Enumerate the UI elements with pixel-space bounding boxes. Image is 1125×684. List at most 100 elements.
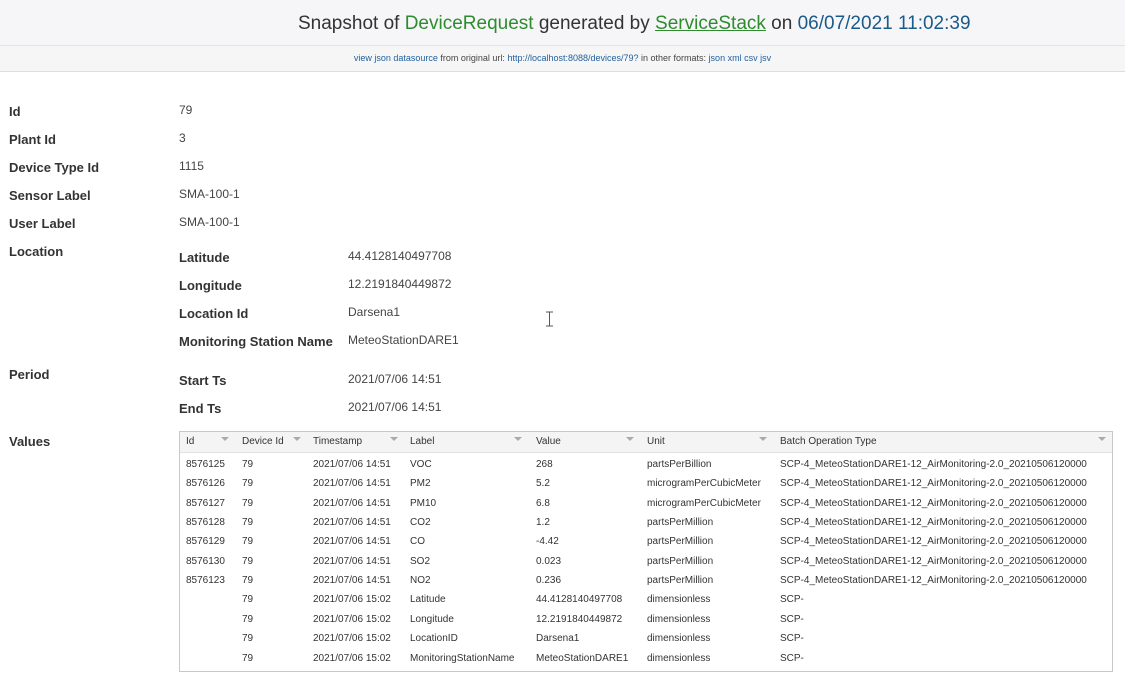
cell-unit: microgramPerCubicMeter	[647, 478, 761, 489]
cell-device-id: 79	[242, 653, 254, 664]
cell-unit: partsPerMillion	[647, 536, 714, 547]
format-link-csv[interactable]: csv	[744, 53, 758, 63]
format-link-jsv[interactable]: jsv	[760, 53, 771, 63]
other-formats-text: in other formats:	[638, 53, 709, 63]
end-ts-value: 2021/07/06 14:51	[348, 400, 442, 414]
cell-value: 6.8	[536, 498, 550, 509]
cell-device-id: 79	[242, 556, 254, 567]
values-label: Values	[9, 434, 51, 449]
user-label-value: SMA-100-1	[179, 215, 240, 229]
sensor-label-value: SMA-100-1	[179, 187, 240, 201]
cell-label: PM2	[410, 478, 431, 489]
device-type-id-value: 1115	[179, 159, 204, 173]
cell-id: 8576127	[186, 498, 225, 509]
cell-device-id: 79	[242, 498, 254, 509]
cell-id: 8576130	[186, 556, 225, 567]
cell-label: NO2	[410, 575, 431, 586]
table-row: 8576126 79 2021/07/06 14:51 PM2 5.2 micr…	[180, 474, 1112, 493]
cell-value: MeteoStationDARE1	[536, 653, 629, 664]
cell-unit: dimensionless	[647, 653, 711, 664]
cell-unit: partsPerMillion	[647, 517, 714, 528]
plant-id-label: Plant Id	[9, 132, 56, 147]
start-ts-value: 2021/07/06 14:51	[348, 372, 442, 386]
cell-batch-operation-type: SCP-4_MeteoStationDARE1-12_AirMonitoring…	[780, 536, 1087, 547]
format-link-xml[interactable]: xml	[728, 53, 742, 63]
location-id-label: Location Id	[179, 306, 249, 321]
cell-device-id: 79	[242, 594, 254, 605]
cell-batch-operation-type: SCP-4_MeteoStationDARE1-12_AirMonitoring…	[780, 556, 1087, 567]
dto-name: DeviceRequest	[404, 13, 534, 34]
cell-timestamp: 2021/07/06 14:51	[313, 536, 391, 547]
cell-timestamp: 2021/07/06 14:51	[313, 575, 391, 586]
sort-caret-icon[interactable]	[626, 437, 634, 441]
cell-unit: dimensionless	[647, 633, 711, 644]
cell-value: -4.42	[536, 536, 559, 547]
sort-caret-icon[interactable]	[759, 437, 767, 441]
column-header-value[interactable]: Value	[536, 432, 561, 452]
cell-timestamp: 2021/07/06 14:51	[313, 517, 391, 528]
sort-caret-icon[interactable]	[514, 437, 522, 441]
cell-batch-operation-type: SCP-	[780, 614, 804, 625]
cell-value: 44.4128140497708	[536, 594, 623, 605]
table-row: 8576129 79 2021/07/06 14:51 CO -4.42 par…	[180, 532, 1112, 551]
id-value: 79	[179, 103, 193, 117]
cell-unit: dimensionless	[647, 594, 711, 605]
cell-unit: microgramPerCubicMeter	[647, 498, 761, 509]
location-label: Location	[9, 244, 64, 259]
device-type-id-label: Device Type Id	[9, 160, 100, 175]
sort-caret-icon[interactable]	[390, 437, 398, 441]
end-ts-label: End Ts	[179, 401, 222, 416]
column-header-label[interactable]: Label	[410, 432, 434, 452]
text-cursor-icon	[546, 311, 553, 327]
page-title: Snapshot of DeviceRequest generated by S…	[298, 13, 971, 35]
cell-unit: partsPerBillion	[647, 459, 712, 470]
servicestack-link[interactable]: ServiceStack	[655, 13, 766, 34]
cell-label: SO2	[410, 556, 431, 567]
plant-id-value: 3	[179, 131, 186, 145]
id-label: Id	[9, 104, 21, 119]
view-json-datasource-link[interactable]: view json datasource	[354, 53, 438, 63]
table-row: 8576123 79 2021/07/06 14:51 NO2 0.236 pa…	[180, 571, 1112, 590]
cell-device-id: 79	[242, 614, 254, 625]
column-header-batch-operation-type[interactable]: Batch Operation Type	[780, 432, 877, 452]
sensor-label-label: Sensor Label	[9, 188, 91, 203]
cell-timestamp: 2021/07/06 15:02	[313, 594, 391, 605]
table-row: 8576125 79 2021/07/06 14:51 VOC 268 part…	[180, 455, 1112, 474]
cell-label: Longitude	[410, 614, 454, 625]
cell-unit: partsPerMillion	[647, 556, 714, 567]
period-label: Period	[9, 367, 50, 382]
format-link-json[interactable]: json	[709, 53, 726, 63]
values-table: Id Device Id Timestamp Label Value Unit …	[179, 431, 1113, 672]
cell-timestamp: 2021/07/06 14:51	[313, 478, 391, 489]
cell-device-id: 79	[242, 536, 254, 547]
sort-caret-icon[interactable]	[293, 437, 301, 441]
column-header-id[interactable]: Id	[186, 432, 194, 452]
cell-batch-operation-type: SCP-4_MeteoStationDARE1-12_AirMonitoring…	[780, 575, 1087, 586]
start-ts-label: Start Ts	[179, 373, 227, 388]
table-row: 79 2021/07/06 15:02 MonitoringStationNam…	[180, 649, 1112, 668]
column-header-unit[interactable]: Unit	[647, 432, 665, 452]
monitoring-station-name-label: Monitoring Station Name	[179, 334, 333, 349]
cell-timestamp: 2021/07/06 14:51	[313, 556, 391, 567]
cell-value: 0.236	[536, 575, 562, 586]
cell-value: 0.023	[536, 556, 562, 567]
cell-label: CO2	[410, 517, 431, 528]
cell-timestamp: 2021/07/06 14:51	[313, 498, 391, 509]
cell-timestamp: 2021/07/06 15:02	[313, 614, 391, 625]
table-row: 79 2021/07/06 15:02 Latitude 44.41281404…	[180, 590, 1112, 609]
column-header-timestamp[interactable]: Timestamp	[313, 432, 362, 452]
snapshot-datetime: 06/07/2021 11:02:39	[797, 13, 971, 34]
cell-device-id: 79	[242, 459, 254, 470]
table-row: 79 2021/07/06 15:02 Longitude 12.2191840…	[180, 610, 1112, 629]
title-on: on	[765, 13, 798, 34]
cell-unit: partsPerMillion	[647, 575, 714, 586]
column-header-device-id[interactable]: Device Id	[242, 432, 284, 452]
sort-caret-icon[interactable]	[1098, 437, 1106, 441]
cell-label: LocationID	[410, 633, 458, 644]
cell-timestamp: 2021/07/06 14:51	[313, 459, 391, 470]
original-url-link[interactable]: http://localhost:8088/devices/79?	[507, 53, 638, 63]
title-generated-by: generated by	[533, 13, 656, 34]
sort-caret-icon[interactable]	[221, 437, 229, 441]
user-label-label: User Label	[9, 216, 76, 231]
page-header: Snapshot of DeviceRequest generated by S…	[0, 0, 1125, 46]
